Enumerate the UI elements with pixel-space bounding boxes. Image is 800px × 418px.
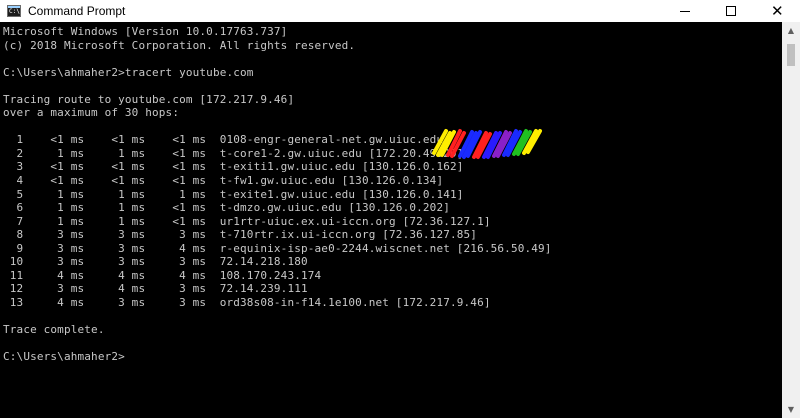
command-prompt-icon: C:\ [7, 5, 21, 17]
scroll-up-icon[interactable]: ▲ [782, 22, 800, 39]
vertical-scrollbar[interactable]: ▲ ▼ [782, 22, 800, 418]
title-bar[interactable]: C:\ Command Prompt ✕ [0, 0, 800, 23]
close-icon: ✕ [771, 2, 784, 20]
close-button[interactable]: ✕ [754, 0, 800, 22]
window-title: Command Prompt [28, 4, 126, 18]
maximize-icon [726, 6, 736, 16]
scroll-down-icon[interactable]: ▼ [782, 401, 800, 418]
redaction-scribble [432, 129, 542, 159]
command-prompt-window: C:\ Command Prompt ✕ Microsoft Windows [… [0, 0, 800, 418]
console-text: Microsoft Windows [Version 10.0.17763.73… [3, 25, 552, 364]
scroll-thumb[interactable] [787, 44, 795, 66]
minimize-button[interactable] [662, 0, 708, 22]
minimize-icon [680, 11, 690, 12]
maximize-button[interactable] [708, 0, 754, 22]
console-output[interactable]: Microsoft Windows [Version 10.0.17763.73… [0, 22, 782, 418]
